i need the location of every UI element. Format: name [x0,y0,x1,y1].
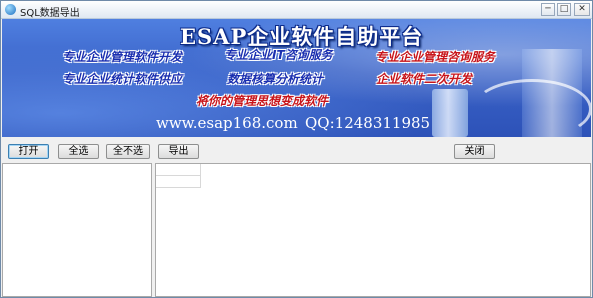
table-list-panel[interactable] [2,163,152,297]
title-bar[interactable]: SQL数据导出 ─ □ ✕ [1,1,592,19]
banner-website: www.esap168.com [156,114,298,132]
banner-slogan: 将你的管理思想变成软件 [196,94,329,108]
banner-service-2: 专业企业IT咨询服务 [224,48,333,62]
select-all-button[interactable]: 全选 [58,144,99,159]
maximize-button[interactable]: □ [557,3,571,16]
toolbar: 打开 全选 全不选 导出 关闭 [2,137,591,163]
app-icon [5,4,16,15]
banner-service-1: 专业企业管理软件开发 [62,50,183,64]
banner-service-4: 专业企业统计软件供应 [62,72,183,86]
app-window: SQL数据导出 ─ □ ✕ ESAP企业软件自助平台 专业企业管理软件开发 专业… [0,0,593,298]
minimize-button[interactable]: ─ [541,3,555,16]
export-button[interactable]: 导出 [158,144,199,159]
window-title: SQL数据导出 [20,8,80,19]
banner-image: ESAP企业软件自助平台 专业企业管理软件开发 专业企业IT咨询服务 专业企业管… [2,19,591,137]
banner-service-5: 数据核算分析统计 [227,72,324,86]
banner-arc-decoration [472,79,591,137]
banner-service-3: 专业企业管理咨询服务 [375,50,496,64]
banner-service-6: 企业软件二次开发 [376,72,473,86]
open-button[interactable]: 打开 [8,144,49,159]
grid-cell[interactable] [156,176,201,188]
banner-tower-decoration [432,89,468,137]
banner-qq: QQ:1248311985 [305,114,431,132]
select-none-button[interactable]: 全不选 [106,144,150,159]
data-grid[interactable] [155,163,591,297]
close-button[interactable]: 关闭 [454,144,495,159]
close-window-button[interactable]: ✕ [574,3,590,16]
grid-header-cell[interactable] [156,164,201,176]
